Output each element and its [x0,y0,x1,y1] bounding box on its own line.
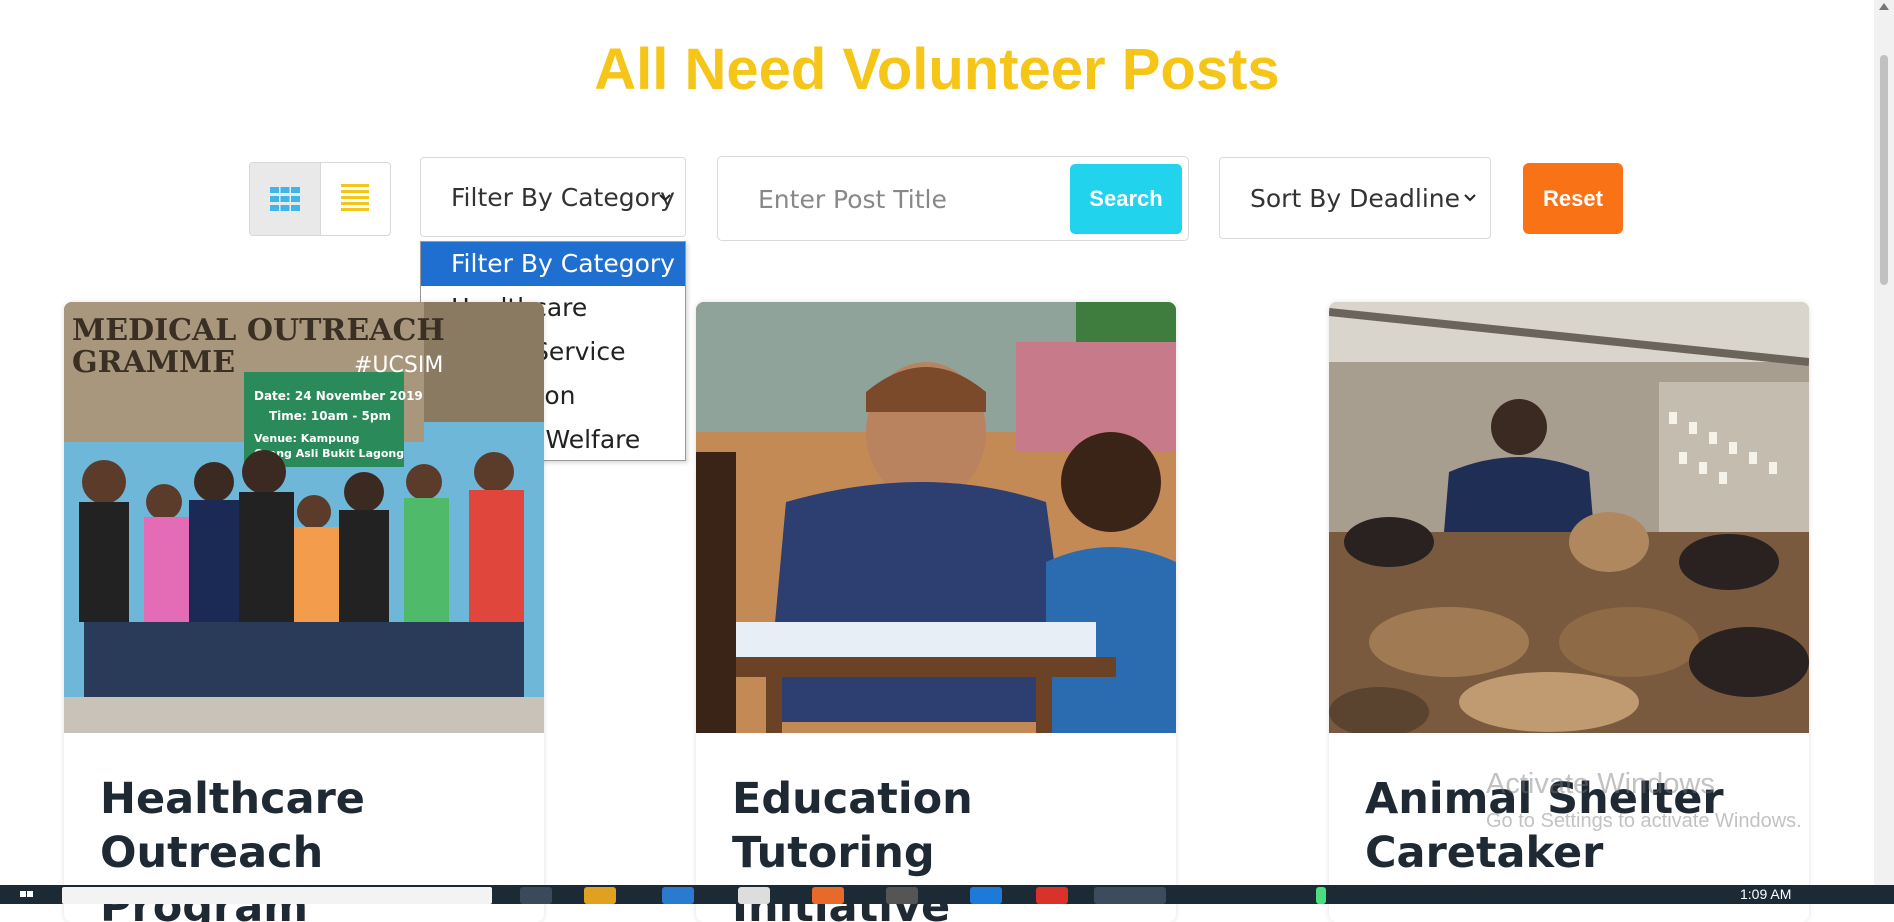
windows-start-icon[interactable] [0,885,56,904]
activate-windows-watermark: Activate Windows [1486,768,1715,800]
search-input[interactable] [738,171,1068,227]
taskbar-app-icon[interactable] [520,887,552,904]
search-group: Search [717,156,1189,241]
card-title-line1: Healthcare [100,774,365,824]
taskbar-clock[interactable]: 1:09 AM [1740,886,1791,902]
post-card[interactable]: Education Tutoring Initiative [696,302,1176,922]
taskbar-app-icon[interactable] [886,887,918,904]
card-title-line2: Caretaker [1365,828,1604,878]
scroll-up-arrow-icon[interactable] [1879,3,1889,10]
view-toggle [249,162,391,236]
taskbar-app-icon[interactable] [812,887,844,904]
banner-line1: MEDICAL OUTREACH [72,313,445,348]
grid-view-button[interactable] [250,163,321,235]
page-title: All Need Volunteer Posts [594,37,1280,102]
reset-button[interactable]: Reset [1523,163,1623,234]
taskbar-app-icon[interactable] [1316,887,1326,904]
taskbar-app-icon[interactable] [738,887,770,904]
taskbar-app-icon[interactable] [970,887,1002,904]
card-title-line1: Education Tutoring [732,774,973,878]
healthcare-outreach-photo: MEDICAL OUTREACH GRAMME #UCSIM Date: 24 … [64,302,544,733]
banner-venue1: Venue: Kampung [254,432,360,445]
grid-icon [269,187,300,211]
taskbar-app-icon[interactable] [1036,887,1068,904]
windows-taskbar: 1:09 AM [0,885,1894,904]
chevron-down-icon [659,194,671,202]
scrollbar-thumb[interactable] [1880,55,1888,285]
category-filter-select[interactable]: Filter By Category [420,157,686,237]
category-filter-value: Filter By Category [451,182,675,212]
chevron-down-icon [1464,194,1476,202]
education-tutoring-photo [696,302,1176,733]
dropdown-option-filter-by-category[interactable]: Filter By Category [421,242,685,286]
page-scrollbar[interactable] [1874,0,1894,885]
taskbar-app-icon[interactable] [662,887,694,904]
sort-select[interactable]: Sort By Deadline [1219,157,1491,239]
post-card[interactable]: MEDICAL OUTREACH GRAMME #UCSIM Date: 24 … [64,302,544,922]
chrome-icon[interactable] [1094,887,1166,904]
animal-shelter-photo [1329,302,1809,733]
taskbar-search-box[interactable] [62,887,492,904]
search-button[interactable]: Search [1070,164,1182,234]
list-view-button[interactable] [321,163,391,235]
card-title-line2: Outreach Program [100,828,324,922]
banner-hashtag: #UCSIM [354,353,443,378]
banner-time: Time: 10am - 5pm [269,409,391,423]
activate-windows-hint: Go to Settings to activate Windows. [1486,810,1802,832]
banner-date: Date: 24 November 2019 [254,389,423,403]
sort-select-value: Sort By Deadline [1250,183,1461,213]
folder-icon[interactable] [584,887,616,904]
banner-line2: GRAMME [72,345,235,380]
list-icon [341,184,370,211]
